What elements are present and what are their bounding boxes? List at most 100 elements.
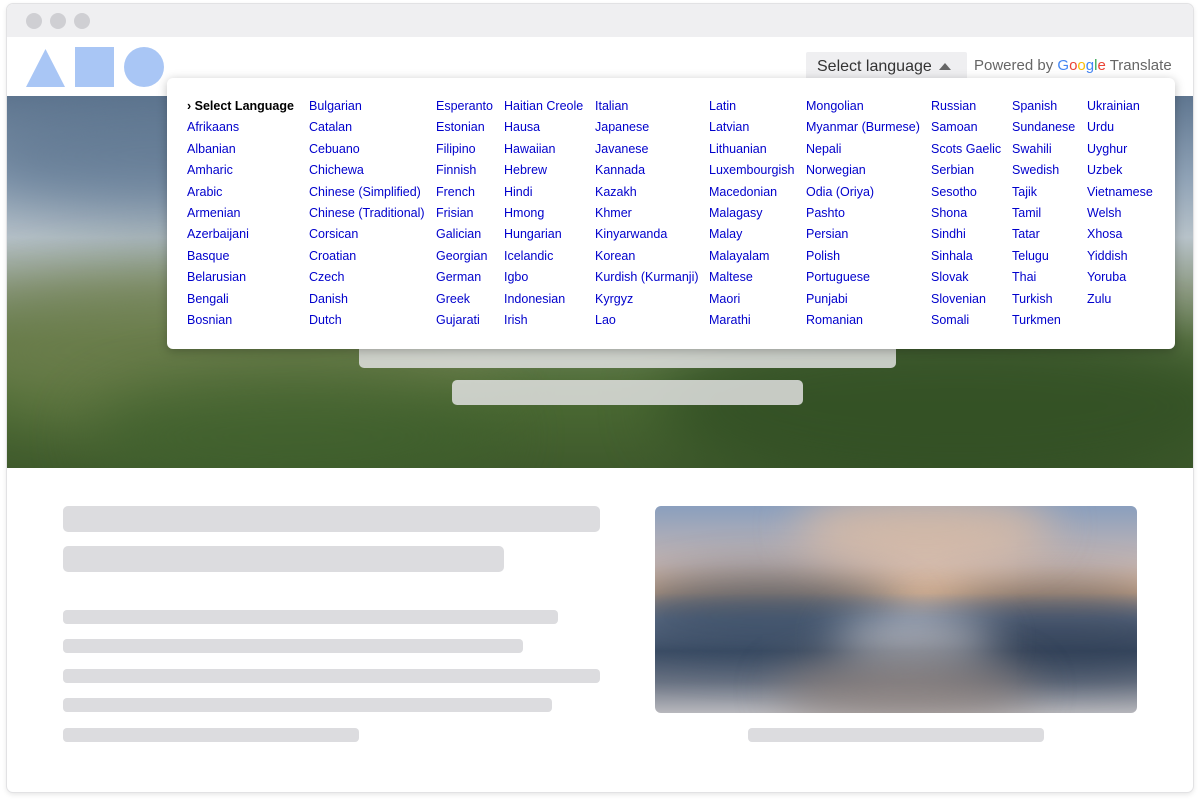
language-option[interactable]: Ukrainian bbox=[1087, 96, 1153, 117]
language-option[interactable]: Zulu bbox=[1087, 289, 1153, 310]
language-option[interactable]: German bbox=[436, 267, 493, 288]
language-option[interactable]: Esperanto bbox=[436, 96, 493, 117]
language-option[interactable]: Croatian bbox=[309, 246, 425, 267]
language-option[interactable]: Tatar bbox=[1012, 224, 1075, 245]
language-option[interactable]: Finnish bbox=[436, 160, 493, 181]
language-option[interactable]: Albanian bbox=[187, 139, 294, 160]
language-option[interactable]: Marathi bbox=[709, 310, 794, 331]
language-option[interactable]: Khmer bbox=[595, 203, 699, 224]
window-maximize-dot[interactable] bbox=[74, 13, 90, 29]
language-option[interactable]: Xhosa bbox=[1087, 224, 1153, 245]
language-option[interactable]: Sindhi bbox=[931, 224, 1001, 245]
language-option[interactable]: Luxembourgish bbox=[709, 160, 794, 181]
language-option[interactable]: Bulgarian bbox=[309, 96, 425, 117]
language-option[interactable]: Arabic bbox=[187, 182, 294, 203]
language-option[interactable]: Afrikaans bbox=[187, 117, 294, 138]
language-option[interactable]: Tamil bbox=[1012, 203, 1075, 224]
language-option[interactable]: Chinese (Traditional) bbox=[309, 203, 425, 224]
language-option[interactable]: Malay bbox=[709, 224, 794, 245]
language-option[interactable]: Portuguese bbox=[806, 267, 920, 288]
language-option[interactable]: Irish bbox=[504, 310, 583, 331]
language-option[interactable]: Hebrew bbox=[504, 160, 583, 181]
language-option[interactable]: Welsh bbox=[1087, 203, 1153, 224]
language-option[interactable]: Odia (Oriya) bbox=[806, 182, 920, 203]
language-option[interactable]: Hindi bbox=[504, 182, 583, 203]
language-option[interactable]: French bbox=[436, 182, 493, 203]
language-option[interactable]: Chinese (Simplified) bbox=[309, 182, 425, 203]
language-option[interactable]: Kurdish (Kurmanji) bbox=[595, 267, 699, 288]
language-option[interactable]: Azerbaijani bbox=[187, 224, 294, 245]
language-option[interactable]: Pashto bbox=[806, 203, 920, 224]
language-option[interactable]: Armenian bbox=[187, 203, 294, 224]
language-option[interactable]: Georgian bbox=[436, 246, 493, 267]
language-option[interactable]: Kinyarwanda bbox=[595, 224, 699, 245]
language-option[interactable]: Italian bbox=[595, 96, 699, 117]
powered-by-google-translate[interactable]: Powered by Google Translate bbox=[974, 57, 1172, 74]
language-option[interactable]: Galician bbox=[436, 224, 493, 245]
language-option[interactable]: Japanese bbox=[595, 117, 699, 138]
language-option[interactable]: Sundanese bbox=[1012, 117, 1075, 138]
language-option[interactable]: Telugu bbox=[1012, 246, 1075, 267]
language-option[interactable]: Punjabi bbox=[806, 289, 920, 310]
language-option[interactable]: Frisian bbox=[436, 203, 493, 224]
language-option[interactable]: Norwegian bbox=[806, 160, 920, 181]
language-option[interactable]: Gujarati bbox=[436, 310, 493, 331]
language-option[interactable]: Tajik bbox=[1012, 182, 1075, 203]
language-option[interactable]: Malagasy bbox=[709, 203, 794, 224]
language-option[interactable]: Lithuanian bbox=[709, 139, 794, 160]
site-logo[interactable] bbox=[25, 47, 167, 87]
window-minimize-dot[interactable] bbox=[50, 13, 66, 29]
language-option[interactable]: Kazakh bbox=[595, 182, 699, 203]
language-option[interactable]: Basque bbox=[187, 246, 294, 267]
language-option[interactable]: Bengali bbox=[187, 289, 294, 310]
language-option[interactable]: Indonesian bbox=[504, 289, 583, 310]
language-option[interactable]: Haitian Creole bbox=[504, 96, 583, 117]
language-option[interactable]: Greek bbox=[436, 289, 493, 310]
language-option[interactable]: Hungarian bbox=[504, 224, 583, 245]
language-option[interactable]: Hausa bbox=[504, 117, 583, 138]
language-option[interactable]: Javanese bbox=[595, 139, 699, 160]
language-option[interactable]: Amharic bbox=[187, 160, 294, 181]
language-option[interactable]: Russian bbox=[931, 96, 1001, 117]
language-option[interactable]: Hawaiian bbox=[504, 139, 583, 160]
language-option[interactable]: Yoruba bbox=[1087, 267, 1153, 288]
language-option[interactable]: Bosnian bbox=[187, 310, 294, 331]
language-option[interactable]: Sinhala bbox=[931, 246, 1001, 267]
language-option[interactable]: Nepali bbox=[806, 139, 920, 160]
language-option[interactable]: Thai bbox=[1012, 267, 1075, 288]
language-option[interactable]: Romanian bbox=[806, 310, 920, 331]
language-option[interactable]: Corsican bbox=[309, 224, 425, 245]
language-option[interactable]: Maltese bbox=[709, 267, 794, 288]
language-option[interactable]: Filipino bbox=[436, 139, 493, 160]
language-option[interactable]: Danish bbox=[309, 289, 425, 310]
language-option[interactable]: Latvian bbox=[709, 117, 794, 138]
language-option[interactable]: Uyghur bbox=[1087, 139, 1153, 160]
language-option[interactable]: Cebuano bbox=[309, 139, 425, 160]
language-option[interactable]: Swahili bbox=[1012, 139, 1075, 160]
language-option[interactable]: Turkish bbox=[1012, 289, 1075, 310]
language-option[interactable]: Czech bbox=[309, 267, 425, 288]
language-option[interactable]: Slovak bbox=[931, 267, 1001, 288]
language-option[interactable]: Swedish bbox=[1012, 160, 1075, 181]
language-option[interactable]: Chichewa bbox=[309, 160, 425, 181]
language-option[interactable]: Latin bbox=[709, 96, 794, 117]
language-option[interactable]: Vietnamese bbox=[1087, 182, 1153, 203]
language-option[interactable]: Turkmen bbox=[1012, 310, 1075, 331]
language-option[interactable]: Spanish bbox=[1012, 96, 1075, 117]
language-option[interactable]: Catalan bbox=[309, 117, 425, 138]
language-option[interactable]: Uzbek bbox=[1087, 160, 1153, 181]
language-option[interactable]: Slovenian bbox=[931, 289, 1001, 310]
language-option[interactable]: Icelandic bbox=[504, 246, 583, 267]
language-option[interactable]: Mongolian bbox=[806, 96, 920, 117]
language-option[interactable]: Shona bbox=[931, 203, 1001, 224]
language-option[interactable]: Urdu bbox=[1087, 117, 1153, 138]
language-option[interactable]: Igbo bbox=[504, 267, 583, 288]
language-option[interactable]: Malayalam bbox=[709, 246, 794, 267]
language-option[interactable]: Somali bbox=[931, 310, 1001, 331]
language-option[interactable]: Serbian bbox=[931, 160, 1001, 181]
language-option[interactable]: Polish bbox=[806, 246, 920, 267]
language-option[interactable]: Korean bbox=[595, 246, 699, 267]
language-option[interactable]: Lao bbox=[595, 310, 699, 331]
language-option[interactable]: Persian bbox=[806, 224, 920, 245]
language-option[interactable]: Macedonian bbox=[709, 182, 794, 203]
